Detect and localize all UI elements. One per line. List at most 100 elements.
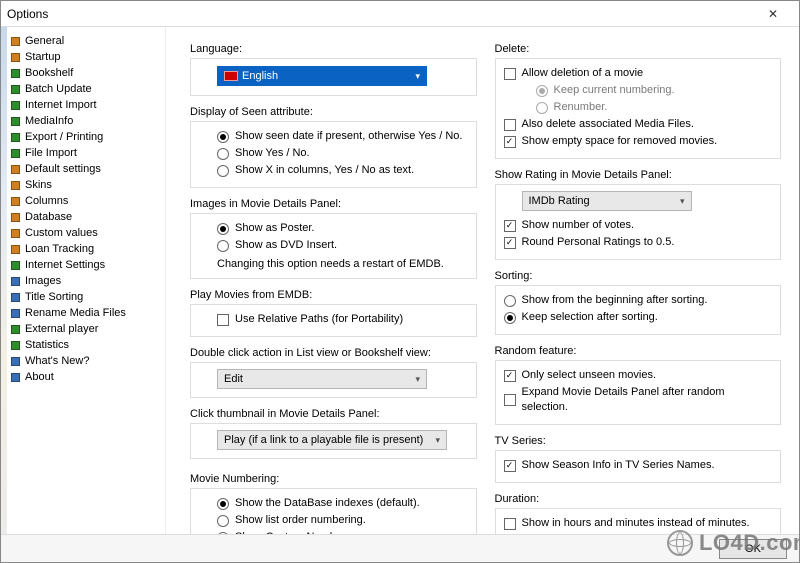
tv-label: TV Series:	[495, 435, 782, 447]
sidebar-item[interactable]: Columns	[9, 193, 161, 209]
radio-icon	[536, 102, 548, 114]
sidebar-item-label: Internet Settings	[25, 258, 105, 272]
thumb-select[interactable]: Play (if a link to a playable file is pr…	[217, 430, 447, 450]
bullet-icon	[11, 149, 20, 158]
content: Language: English ▾ Display of Seen attr…	[166, 27, 799, 534]
radio-icon	[217, 165, 229, 177]
sidebar-item[interactable]: Images	[9, 273, 161, 289]
checkbox-icon: ✓	[504, 220, 516, 232]
bullet-icon	[11, 101, 20, 110]
titlebar: Options ✕	[1, 1, 799, 27]
sidebar-item[interactable]: Title Sorting	[9, 289, 161, 305]
sorting-opt-0[interactable]: Show from the beginning after sorting.	[504, 292, 773, 309]
bullet-icon	[11, 261, 20, 270]
bullet-icon	[11, 341, 20, 350]
ok-button[interactable]: OK	[719, 539, 787, 559]
images-note: Changing this option needs a restart of …	[217, 258, 468, 270]
sidebar-item-label: Statistics	[25, 338, 69, 352]
sidebar-item[interactable]: Export / Printing	[9, 129, 161, 145]
sidebar-item-label: Default settings	[25, 162, 101, 176]
checkbox-icon	[504, 68, 516, 80]
seen-label: Display of Seen attribute:	[190, 106, 477, 118]
only-unseen-checkbox[interactable]: ✓Only select unseen movies.	[504, 367, 773, 384]
show-votes-checkbox[interactable]: ✓Show number of votes.	[504, 217, 773, 234]
images-opt-0[interactable]: Show as Poster.	[217, 220, 468, 237]
checkbox-icon: ✓	[504, 136, 516, 148]
sidebar-item-label: Database	[25, 210, 72, 224]
sidebar-item[interactable]: General	[9, 33, 161, 49]
round-ratings-checkbox[interactable]: ✓Round Personal Ratings to 0.5.	[504, 234, 773, 251]
radio-icon	[217, 240, 229, 252]
seen-opt-1[interactable]: Show Yes / No.	[217, 145, 468, 162]
sidebar-item-label: Loan Tracking	[25, 242, 94, 256]
bullet-icon	[11, 245, 20, 254]
sidebar-item[interactable]: Bookshelf	[9, 65, 161, 81]
radio-icon	[217, 148, 229, 160]
sidebar-item-label: Images	[25, 274, 61, 288]
sidebar-item[interactable]: External player	[9, 321, 161, 337]
sidebar-item[interactable]: Internet Import	[9, 97, 161, 113]
duration-checkbox[interactable]: Show in hours and minutes instead of min…	[504, 515, 773, 532]
numbering-opt-2[interactable]: Show Custom Numbers.	[217, 529, 468, 534]
chevron-down-icon: ▾	[415, 71, 420, 82]
sidebar-item[interactable]: Batch Update	[9, 81, 161, 97]
sidebar-item[interactable]: Custom values	[9, 225, 161, 241]
duration-group: Show in hours and minutes instead of min…	[495, 508, 782, 534]
allow-deletion-checkbox[interactable]: Allow deletion of a movie	[504, 65, 773, 82]
bullet-icon	[11, 197, 20, 206]
sidebar-item[interactable]: About	[9, 369, 161, 385]
checkbox-icon: ✓	[504, 370, 516, 382]
rating-group: IMDb Rating ▾ ✓Show number of votes. ✓Ro…	[495, 184, 782, 260]
sidebar-item[interactable]: What's New?	[9, 353, 161, 369]
bullet-icon	[11, 277, 20, 286]
sidebar-item-label: Custom values	[25, 226, 98, 240]
playfrom-group: Use Relative Paths (for Portability)	[190, 304, 477, 337]
numbering-label: Movie Numbering:	[190, 473, 477, 485]
sidebar-item[interactable]: Startup	[9, 49, 161, 65]
checkbox-icon	[217, 314, 229, 326]
bullet-icon	[11, 373, 20, 382]
sidebar-item[interactable]: Default settings	[9, 161, 161, 177]
sidebar-item[interactable]: Rename Media Files	[9, 305, 161, 321]
expand-details-checkbox[interactable]: Expand Movie Details Panel after random …	[504, 384, 773, 416]
sidebar-item-label: Skins	[25, 178, 52, 192]
dblclick-group: Edit ▾	[190, 362, 477, 398]
sidebar-item[interactable]: Loan Tracking	[9, 241, 161, 257]
checkbox-icon: ✓	[504, 237, 516, 249]
images-label: Images in Movie Details Panel:	[190, 198, 477, 210]
sidebar-item[interactable]: Internet Settings	[9, 257, 161, 273]
relative-paths-checkbox[interactable]: Use Relative Paths (for Portability)	[217, 311, 468, 328]
bullet-icon	[11, 133, 20, 142]
language-select[interactable]: English ▾	[217, 66, 427, 86]
sidebar-item-label: Bookshelf	[25, 66, 73, 80]
dblclick-select[interactable]: Edit ▾	[217, 369, 427, 389]
keep-numbering-radio: Keep current numbering.	[536, 82, 773, 99]
numbering-opt-0[interactable]: Show the DataBase indexes (default).	[217, 495, 468, 512]
playfrom-label: Play Movies from EMDB:	[190, 289, 477, 301]
bullet-icon	[11, 357, 20, 366]
seen-opt-2[interactable]: Show X in columns, Yes / No as text.	[217, 162, 468, 179]
delete-label: Delete:	[495, 43, 782, 55]
sorting-opt-1[interactable]: Keep selection after sorting.	[504, 309, 773, 326]
empty-space-checkbox[interactable]: ✓Show empty space for removed movies.	[504, 133, 773, 150]
sidebar-item[interactable]: File Import	[9, 145, 161, 161]
chevron-down-icon: ▾	[415, 374, 420, 385]
close-button[interactable]: ✕	[753, 3, 793, 25]
random-label: Random feature:	[495, 345, 782, 357]
sidebar-item[interactable]: Database	[9, 209, 161, 225]
rating-select[interactable]: IMDb Rating ▾	[522, 191, 692, 211]
also-delete-checkbox[interactable]: Also delete associated Media Files.	[504, 116, 773, 133]
seen-group: Show seen date if present, otherwise Yes…	[190, 121, 477, 188]
tv-season-checkbox[interactable]: ✓Show Season Info in TV Series Names.	[504, 457, 773, 474]
numbering-opt-1[interactable]: Show list order numbering.	[217, 512, 468, 529]
sidebar-item-label: Export / Printing	[25, 130, 103, 144]
sidebar-item[interactable]: Skins	[9, 177, 161, 193]
thumb-label: Click thumbnail in Movie Details Panel:	[190, 408, 477, 420]
images-opt-1[interactable]: Show as DVD Insert.	[217, 237, 468, 254]
seen-opt-0[interactable]: Show seen date if present, otherwise Yes…	[217, 128, 468, 145]
renumber-radio: Renumber.	[536, 99, 773, 116]
sidebar-item[interactable]: MediaInfo	[9, 113, 161, 129]
rating-value: IMDb Rating	[529, 195, 590, 207]
sidebar-item[interactable]: Statistics	[9, 337, 161, 353]
radio-icon	[217, 223, 229, 235]
